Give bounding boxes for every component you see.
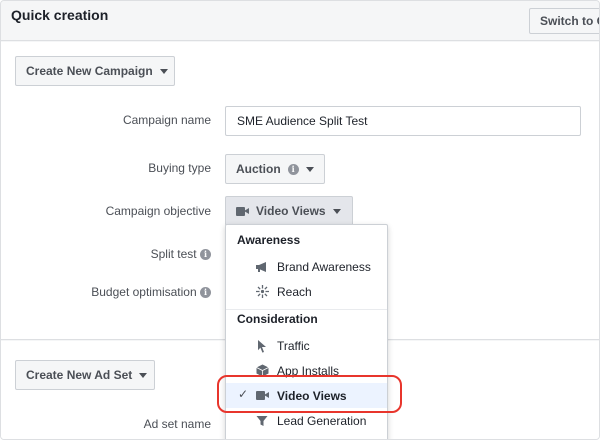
megaphone-icon xyxy=(254,260,270,274)
split-test-label: Split test i xyxy=(91,247,211,261)
menu-item-reach[interactable]: Reach xyxy=(226,279,387,304)
reach-icon xyxy=(254,285,270,299)
panel-header: Quick creation Switch to G xyxy=(1,1,599,41)
consideration-header: Consideration xyxy=(237,312,318,326)
ad-set-name-label: Ad set name xyxy=(143,417,211,431)
info-icon[interactable]: i xyxy=(200,249,211,261)
cursor-icon xyxy=(254,339,270,353)
caret-down-icon xyxy=(139,372,148,378)
menu-item-brand-awareness[interactable]: Brand Awareness xyxy=(226,254,387,279)
menu-item-label: Reach xyxy=(277,284,312,299)
menu-divider xyxy=(226,309,387,310)
caret-down-icon xyxy=(332,208,341,214)
buying-type-value: Auction xyxy=(236,162,281,176)
campaign-name-label: Campaign name xyxy=(122,113,211,127)
budget-optimisation-text: Budget optimisation xyxy=(91,285,197,299)
buying-type-dropdown[interactable]: Auction i xyxy=(225,154,325,184)
campaign-objective-value: Video Views xyxy=(256,204,326,218)
info-icon[interactable]: i xyxy=(200,287,211,299)
quick-creation-panel: Quick creation Switch to G Create New Ca… xyxy=(0,0,600,440)
campaign-objective-dropdown[interactable]: Video Views xyxy=(225,196,353,226)
campaign-name-input[interactable]: SME Audience Split Test xyxy=(225,106,581,136)
create-adset-label: Create New Ad Set xyxy=(26,368,133,382)
selection-highlight-outline xyxy=(217,375,402,413)
campaign-objective-label: Campaign objective xyxy=(105,204,211,218)
split-test-text: Split test xyxy=(150,247,197,261)
info-icon[interactable]: i xyxy=(287,163,299,175)
create-new-ad-set-button[interactable]: Create New Ad Set xyxy=(15,360,155,390)
menu-item-label: Traffic xyxy=(277,338,310,353)
switch-mode-button[interactable]: Switch to G xyxy=(529,8,599,34)
create-campaign-label: Create New Campaign xyxy=(26,64,153,78)
funnel-icon xyxy=(254,414,270,428)
menu-item-label: Lead Generation xyxy=(277,413,367,428)
caret-down-icon xyxy=(305,166,314,172)
awareness-header: Awareness xyxy=(237,233,301,247)
budget-optimisation-label: Budget optimisation i xyxy=(61,285,211,299)
page-title: Quick creation xyxy=(11,7,109,23)
menu-item-traffic[interactable]: Traffic xyxy=(226,333,387,358)
video-camera-icon xyxy=(236,206,249,216)
create-new-campaign-button[interactable]: Create New Campaign xyxy=(15,56,175,86)
buying-type-label: Buying type xyxy=(148,161,211,175)
menu-item-label: Brand Awareness xyxy=(277,259,371,274)
caret-down-icon xyxy=(159,68,168,74)
